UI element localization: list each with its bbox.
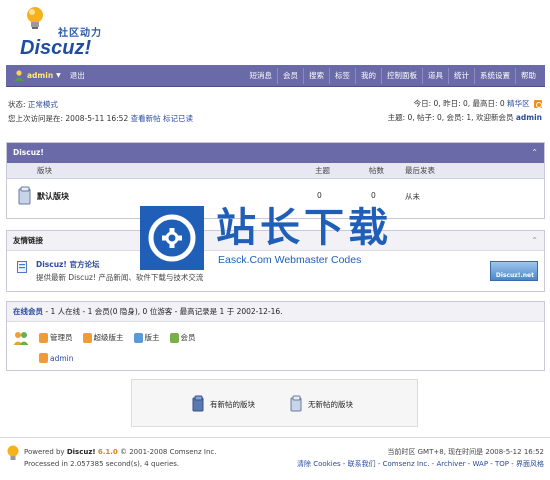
product-link[interactable]: Discuz! <box>67 448 96 456</box>
category-header: Discuz! ⌃ <box>7 143 544 163</box>
admin-icon <box>39 353 48 363</box>
username-link[interactable]: admin <box>27 71 53 80</box>
online-summary: - 1 人在线 - 1 会员(0 隐身), 0 位游客 - 最高记录是 1 于 … <box>45 307 283 316</box>
legend-moderator: 版主 <box>133 332 160 343</box>
forum-last-post: 从未 <box>405 192 420 201</box>
col-posts: 帖数 <box>369 166 384 175</box>
super-moderator-icon <box>82 332 92 343</box>
lightbulb-icon <box>7 445 19 460</box>
menu-item-my[interactable]: 我的 <box>355 68 381 84</box>
menu-item-tags[interactable]: 标签 <box>329 68 355 84</box>
processed-text: Processed in 2.057385 second(s), 4 queri… <box>24 460 180 468</box>
view-new-posts-link[interactable]: 查看新帖 <box>131 114 161 123</box>
link-name[interactable]: Discuz! 官方论坛 <box>36 259 99 270</box>
forum-topics-count: 0 <box>317 191 322 200</box>
online-member[interactable]: admin <box>39 353 74 363</box>
menu-item-control-panel[interactable]: 控制面板 <box>381 68 422 84</box>
logout-link[interactable]: 退出 <box>70 70 85 81</box>
watermark: 站长下载 Easck.Com Webmaster Codes <box>140 205 410 270</box>
top-navbar: admin ▼ 退出 短消息 会员 搜索 标签 我的 控制面板 道具 统计 系统… <box>6 65 545 87</box>
chevron-down-icon[interactable]: ▼ <box>56 72 61 79</box>
member-icon <box>169 332 179 343</box>
online-members-box: 在线会员 - 1 人在线 - 1 会员(0 隐身), 0 位游客 - 最高记录是… <box>6 301 545 371</box>
digest-link[interactable]: 精华区 <box>507 99 530 108</box>
menu-item-messages[interactable]: 短消息 <box>245 68 278 84</box>
link-description: 提供最新 Discuz! 产品新闻、软件下载与技术交流 <box>36 273 204 282</box>
legend-new-posts: 有新帖的版块 <box>192 395 255 413</box>
online-header: 在线会员 - 1 人在线 - 1 会员(0 隐身), 0 位游客 - 最高记录是… <box>7 302 544 322</box>
timezone-text: 当前时区 GMT+8, 现在时间是 2008-5-12 16:52 <box>387 448 544 456</box>
forum-posts-count: 0 <box>371 191 376 200</box>
last-visit-text: 您上次访问是在: 2008-5-11 16:52 <box>8 114 129 123</box>
menu-item-members[interactable]: 会员 <box>277 68 303 84</box>
legend-member: 会员 <box>169 332 196 343</box>
user-group-legend: 管理员 超级版主 版主 会员 <box>39 332 196 343</box>
lightbulb-icon <box>27 7 43 29</box>
online-member-name[interactable]: admin <box>50 354 74 363</box>
footer-credits: Powered by Discuz! 6.1.0 © 2001-2008 Com… <box>24 448 217 468</box>
footer: Powered by Discuz! 6.1.0 © 2001-2008 Com… <box>0 437 550 480</box>
col-topics: 主题 <box>315 166 330 175</box>
new-posts-icon <box>192 395 204 412</box>
watermark-en: Easck.Com Webmaster Codes <box>218 254 362 266</box>
online-title[interactable]: 在线会员 <box>13 307 43 316</box>
col-board: 版块 <box>37 166 52 175</box>
status-label: 状态: <box>8 100 26 109</box>
mark-read-link[interactable]: 标记已读 <box>163 114 193 123</box>
watermark-cn: 站长下载 <box>216 205 392 251</box>
logo-wordmark: Discuz! <box>20 37 92 59</box>
forum-name-link[interactable]: 默认版块 <box>37 191 69 202</box>
no-new-posts-icon <box>290 395 302 412</box>
menu-item-help[interactable]: 帮助 <box>515 68 541 84</box>
footer-links[interactable]: 清除 Cookies - 联系我们 - Comsenz Inc. - Archi… <box>297 458 544 470</box>
totals-text: 主题: 0, 帖子: 0, 会员: 1, 欢迎新会员 <box>387 113 514 122</box>
daily-stats-text: 今日: 0, 昨日: 0, 最高日: 0 <box>413 99 505 108</box>
col-last-post: 最后发表 <box>405 166 435 175</box>
menu-item-tools[interactable]: 道具 <box>422 68 448 84</box>
legend-super-mod: 超级版主 <box>82 332 124 343</box>
link-logo-badge[interactable]: Discuz!.net <box>490 261 538 281</box>
user-menu: admin ▼ 退出 <box>14 70 85 81</box>
version-text: 6.1.0 <box>97 448 118 456</box>
footer-right: 当前时区 GMT+8, 现在时间是 2008-5-12 16:52 清除 Coo… <box>297 446 544 470</box>
menu-item-settings[interactable]: 系统设置 <box>474 68 515 84</box>
copyright-text: © 2001-2008 Comsenz Inc. <box>120 448 217 456</box>
forum-column-header: 版块 主题 帖数 最后发表 <box>7 163 544 179</box>
collapse-icon[interactable]: ⌃ <box>531 231 538 251</box>
category-title[interactable]: Discuz! <box>13 148 44 157</box>
legend-no-new-posts: 无新帖的版块 <box>290 395 353 413</box>
watermark-logo-icon <box>140 206 204 270</box>
online-content: 管理员 超级版主 版主 会员 admin <box>7 322 544 370</box>
users-group-icon <box>13 332 29 345</box>
forum-status-icon <box>18 186 31 205</box>
collapse-icon[interactable]: ⌃ <box>531 143 538 163</box>
status-info: 状态: 正常模式 您上次访问是在: 2008-5-11 16:52 查看新帖 标… <box>8 98 193 126</box>
main-menu: 短消息 会员 搜索 标签 我的 控制面板 道具 统计 系统设置 帮助 <box>245 68 542 84</box>
menu-item-stats[interactable]: 统计 <box>448 68 474 84</box>
rss-icon[interactable] <box>534 100 542 108</box>
status-mode-link[interactable]: 正常模式 <box>28 100 58 109</box>
new-member-link[interactable]: admin <box>516 113 542 122</box>
link-icon <box>17 261 27 273</box>
links-title: 友情链接 <box>13 236 43 245</box>
menu-item-search[interactable]: 搜索 <box>303 68 329 84</box>
board-stats: 今日: 0, 昨日: 0, 最高日: 0 精华区 主题: 0, 帖子: 0, 会… <box>388 97 542 125</box>
admin-icon <box>39 332 48 343</box>
user-icon <box>14 70 24 81</box>
legend-admin: 管理员 <box>39 332 73 343</box>
forum-icon-legend: 有新帖的版块 无新帖的版块 <box>131 379 418 427</box>
moderator-icon <box>133 332 143 343</box>
site-logo[interactable]: 社区动力 Discuz! <box>20 4 130 62</box>
